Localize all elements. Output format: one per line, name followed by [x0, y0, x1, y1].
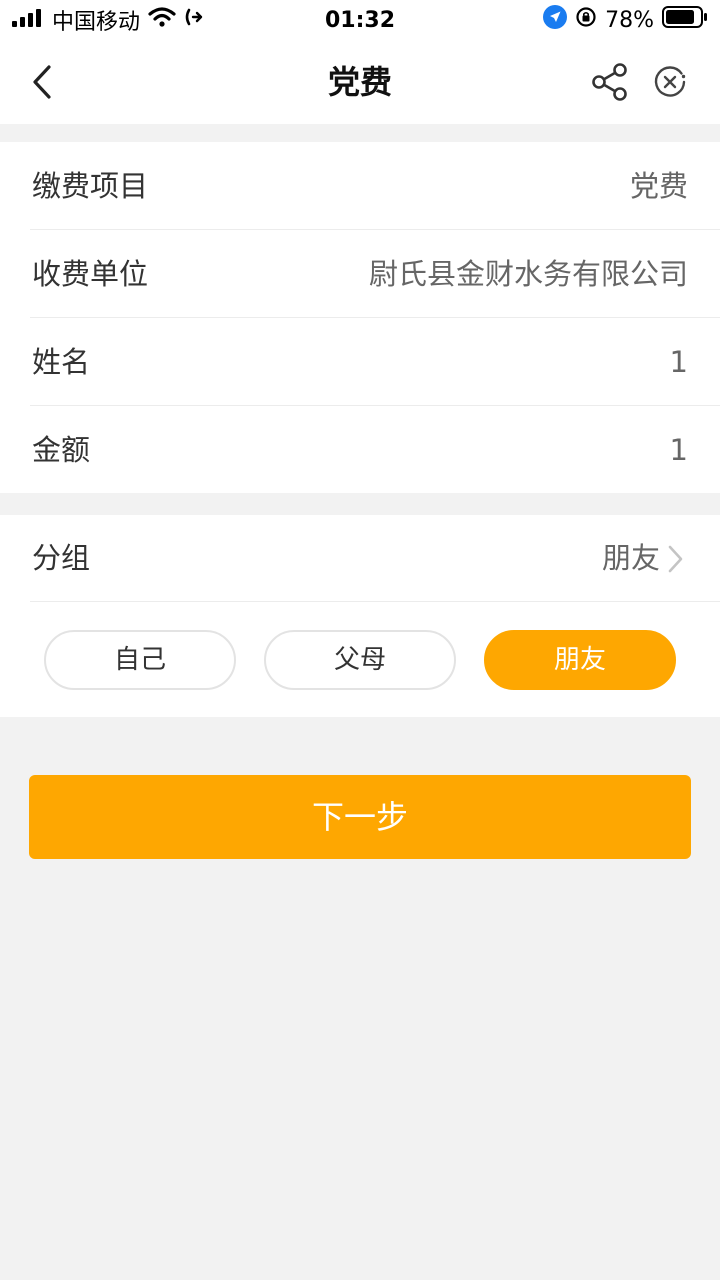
share-icon [592, 63, 627, 101]
signal-icon [12, 8, 44, 33]
group-option-parents[interactable]: 父母 [264, 630, 456, 690]
next-step-button[interactable]: 下一步 [29, 775, 691, 859]
close-circle-icon [654, 66, 686, 97]
payee-value: 尉氏县金财水务有限公司 [368, 257, 688, 291]
amount-row: 金额 1 [30, 406, 720, 494]
share-button[interactable] [588, 60, 632, 104]
group-value: 朋友 [601, 541, 660, 575]
call-forward-icon [184, 6, 204, 34]
close-button[interactable] [648, 60, 692, 104]
wifi-icon [148, 7, 176, 33]
page-title: 党费 [327, 63, 392, 101]
group-card: 分组 朋友 自己 父母 朋友 [0, 515, 720, 717]
group-option-self[interactable]: 自己 [44, 630, 236, 690]
rotation-lock-icon [575, 6, 597, 34]
chevron-right-icon [668, 545, 683, 573]
payee-label: 收费单位 [32, 257, 149, 291]
location-icon [543, 5, 568, 35]
battery-icon [662, 6, 708, 34]
payment-item-label: 缴费项目 [32, 169, 149, 203]
nav-bar: 党费 [0, 40, 720, 124]
amount-value: 1 [669, 433, 688, 467]
status-bar-left: 中国移动 [12, 4, 204, 36]
payment-info-card: 缴费项目 党费 收费单位 尉氏县金财水务有限公司 姓名 1 金额 1 [0, 142, 720, 493]
group-label: 分组 [32, 541, 91, 575]
name-value: 1 [669, 345, 688, 379]
name-label: 姓名 [32, 345, 91, 379]
battery-percent: 78% [605, 7, 654, 33]
group-option-friends[interactable]: 朋友 [484, 630, 676, 690]
status-bar: 中国移动 01:32 78% [0, 0, 720, 40]
carrier-name: 中国移动 [52, 10, 141, 35]
status-bar-right: 78% [543, 5, 708, 35]
back-icon [33, 65, 51, 99]
name-row: 姓名 1 [30, 318, 720, 406]
back-button[interactable] [22, 60, 62, 104]
group-row[interactable]: 分组 朋友 [30, 515, 720, 602]
payment-item-row: 缴费项目 党费 [30, 142, 720, 230]
payee-row: 收费单位 尉氏县金财水务有限公司 [30, 230, 720, 318]
payment-item-value: 党费 [629, 169, 688, 203]
amount-label: 金额 [32, 433, 91, 467]
